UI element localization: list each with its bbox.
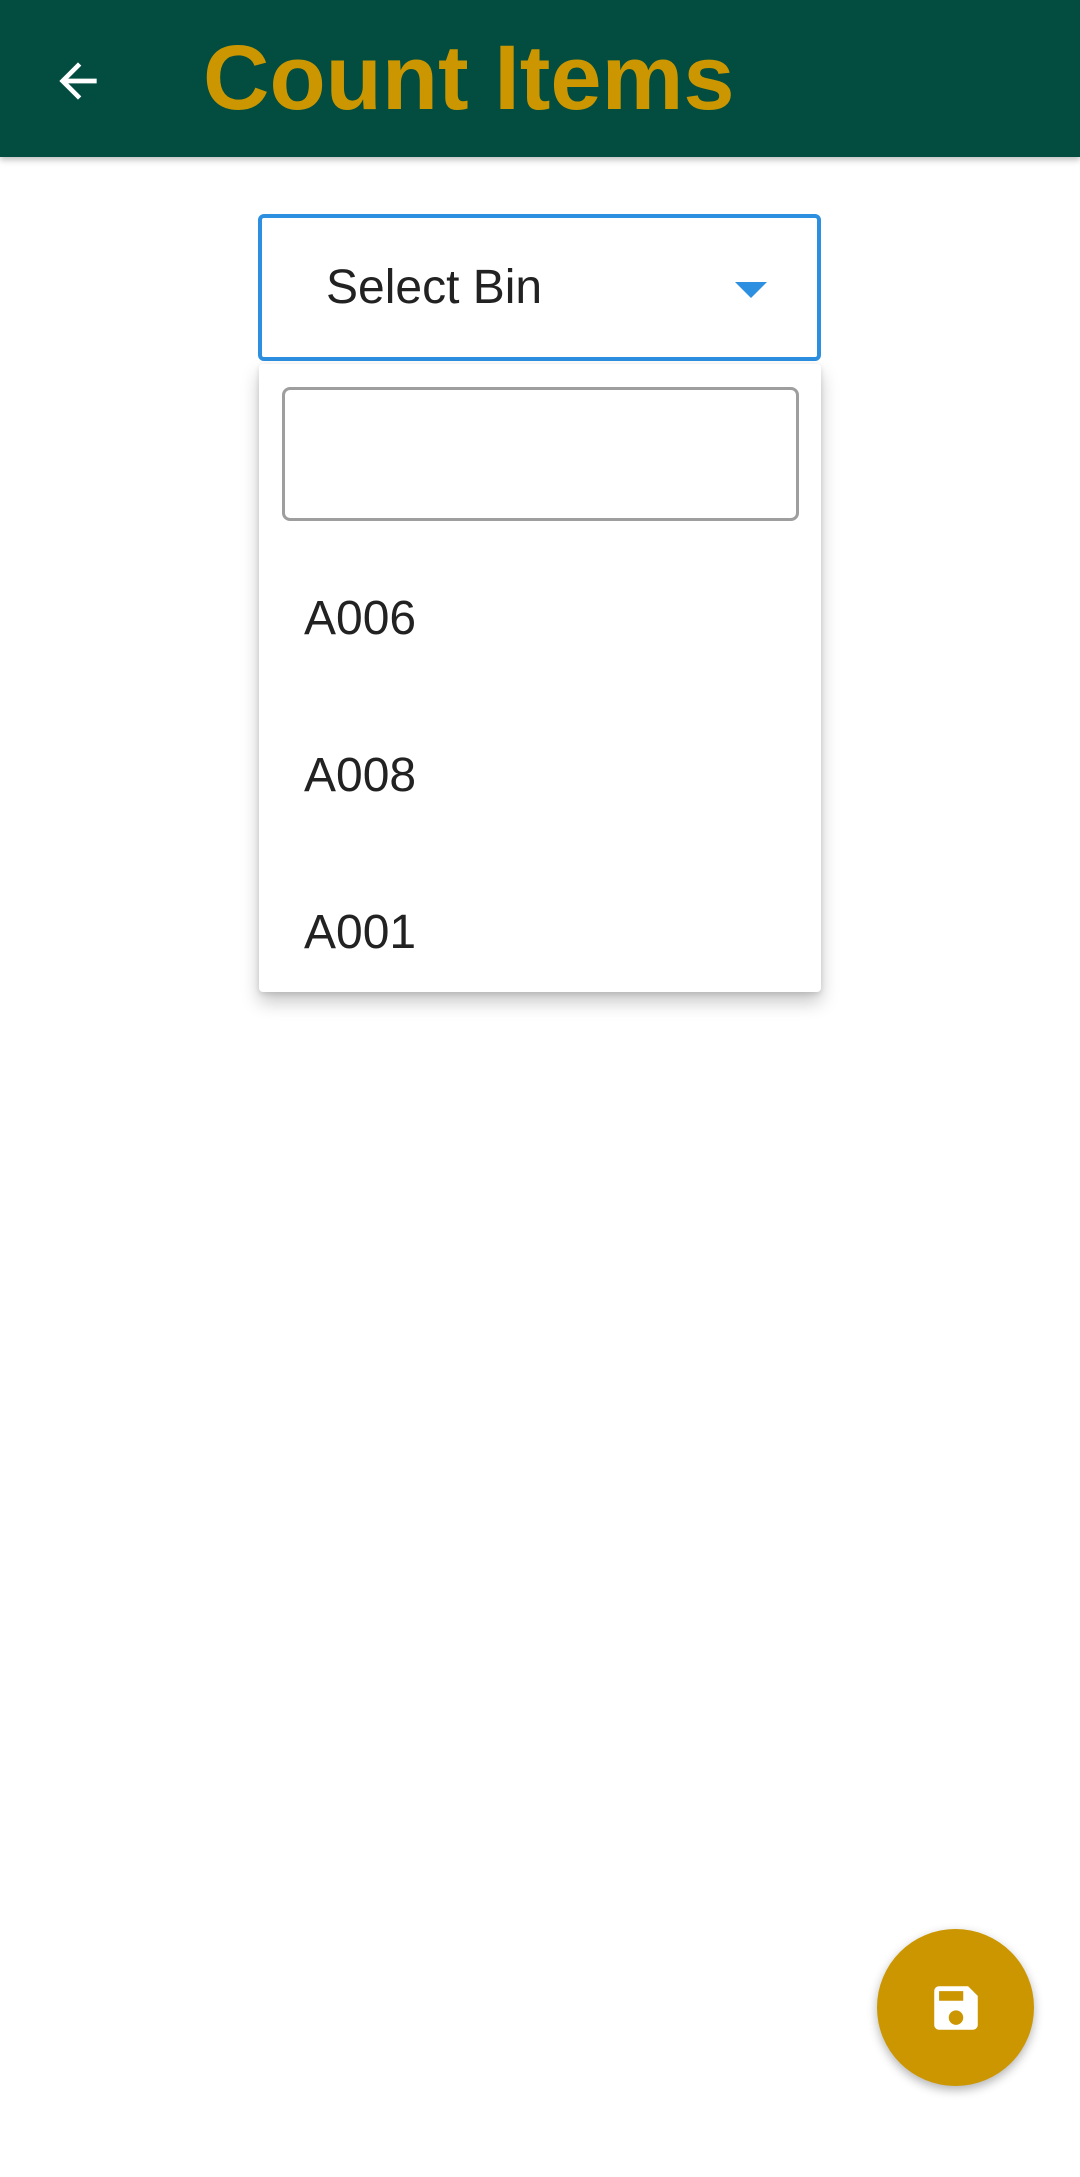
back-button[interactable] xyxy=(32,35,124,127)
save-fab-button[interactable] xyxy=(877,1929,1034,2086)
bin-select-dropdown[interactable]: Select Bin xyxy=(258,214,821,361)
bin-option-a006[interactable]: A006 xyxy=(259,540,821,697)
bin-select-label: Select Bin xyxy=(326,261,543,314)
save-icon xyxy=(933,1985,978,2030)
bin-search-input[interactable] xyxy=(282,387,799,521)
bin-option-a001[interactable]: A001 xyxy=(259,854,821,992)
app-bar: Count Items xyxy=(0,0,1080,157)
bin-dropdown-menu: A006 A008 A001 xyxy=(259,364,821,992)
caret-down-icon xyxy=(735,282,767,298)
page-title: Count Items xyxy=(203,27,735,129)
bin-option-a008[interactable]: A008 xyxy=(259,697,821,854)
arrow-back-icon xyxy=(59,62,97,100)
